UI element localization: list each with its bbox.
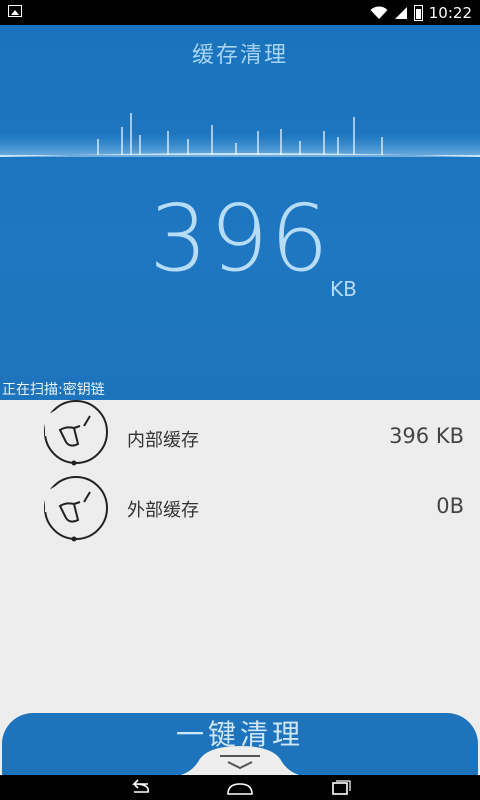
- navigation-bar: [0, 775, 480, 800]
- cache-size-value: 396: [149, 185, 331, 292]
- list-item-value: 0B: [436, 494, 464, 518]
- broom-clean-icon: [44, 400, 108, 466]
- list-item-external-cache[interactable]: 外部缓存 0B: [0, 470, 480, 542]
- image-notification-icon: [8, 5, 22, 17]
- cache-list: 内部缓存 396 KB 外部缓存 0B: [0, 400, 480, 542]
- cache-size-unit: KB: [330, 277, 357, 301]
- status-icons: 10:22: [370, 0, 472, 25]
- recent-apps-icon[interactable]: [320, 778, 360, 798]
- wifi-icon: [370, 5, 388, 19]
- drawer-handle[interactable]: [176, 744, 304, 776]
- back-icon[interactable]: [120, 778, 160, 798]
- list-item-value: 396 KB: [389, 424, 464, 448]
- page-title: 缓存清理: [191, 43, 288, 68]
- signal-icon: [394, 6, 407, 19]
- home-icon[interactable]: [220, 778, 260, 798]
- broom-clean-icon: [44, 476, 108, 542]
- battery-icon: [413, 4, 423, 21]
- status-bar: 10:22: [0, 0, 480, 25]
- wave-decoration: [0, 113, 480, 157]
- cache-summary-header: 缓存清理 396 KB 正在扫描:密钥链: [0, 25, 480, 400]
- status-time: 10:22: [428, 3, 472, 22]
- list-item-label: 内部缓存: [127, 430, 199, 451]
- list-item-label: 外部缓存: [127, 500, 199, 521]
- list-item-internal-cache[interactable]: 内部缓存 396 KB: [0, 400, 480, 470]
